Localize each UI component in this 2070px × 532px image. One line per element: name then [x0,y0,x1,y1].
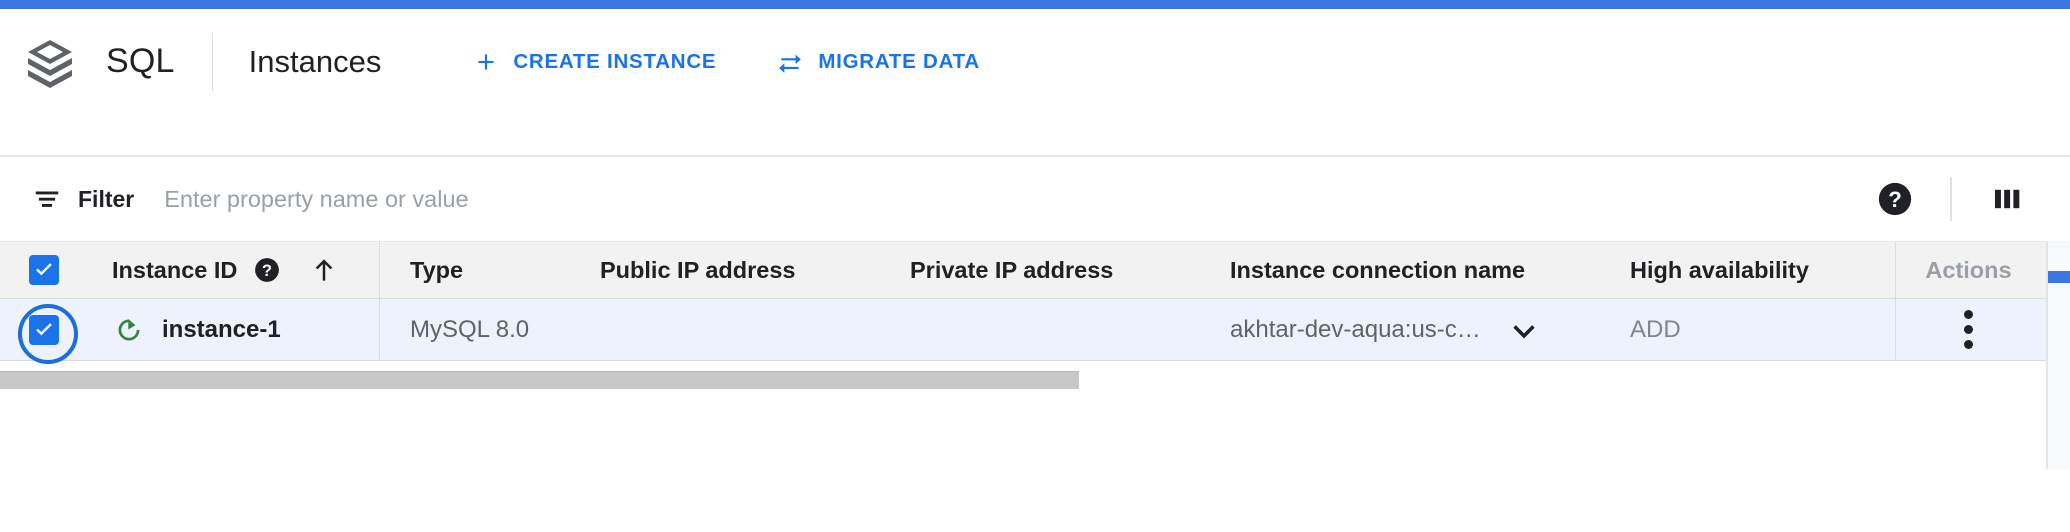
columns-display-button[interactable] [1980,172,2034,226]
column-header-connection-name[interactable]: Instance connection name [1200,242,1600,298]
swap-horizontal-arrows-icon [779,54,802,73]
table-row[interactable]: instance-1 MySQL 8.0 akhtar-dev-aqua:us-… [0,299,2046,364]
column-display-icon [1994,189,2020,209]
column-header-connection-name-label: Instance connection name [1230,256,1526,283]
sql-instances-page: SQL Instances CREATE INSTANCE MIGRATE DA… [0,0,2070,532]
column-header-high-availability-label: High availability [1630,256,1809,283]
cell-connection-name: akhtar-dev-aqua:us-c… [1200,299,1600,360]
cell-private-ip [880,299,1200,360]
filter-lines-icon [35,191,59,207]
cell-actions [1895,299,2041,360]
page-title: Instances [248,43,382,79]
filter-label: Filter [78,185,135,212]
column-header-private-ip-label: Private IP address [910,256,1114,283]
plus-icon [478,53,494,70]
svg-text:?: ? [1888,187,1902,212]
help-button[interactable]: ? [1868,172,1922,226]
migrate-data-label: MIGRATE DATA [818,49,980,73]
column-header-actions-label: Actions [1925,256,2012,283]
instance-id-link[interactable]: instance-1 [162,316,281,344]
arrow-up-icon[interactable] [309,255,339,285]
top-progress-bar [0,0,2070,9]
column-header-type-label: Type [410,256,464,283]
select-all-cell [0,242,80,298]
table-header-row: Instance ID ? Type Public IP address Pri… [0,241,2046,299]
vertical-scrollbar-thumb[interactable] [2048,271,2070,283]
header-divider [211,32,213,91]
filter-bar: Filter ? [0,157,2070,241]
type-value: MySQL 8.0 [410,315,530,343]
cell-public-ip [570,299,880,360]
tools-divider [1950,177,1952,221]
kebab-dot [1964,340,1973,349]
chevron-down-icon[interactable] [1507,313,1541,347]
column-header-type[interactable]: Type [380,242,570,298]
kebab-dot [1964,310,1973,319]
create-instance-button[interactable]: CREATE INSTANCE [473,49,716,75]
column-header-private-ip[interactable]: Private IP address [880,242,1200,298]
row-checkbox[interactable] [29,314,59,345]
row-select-cell [0,299,80,364]
sql-logo [22,34,78,90]
column-header-high-availability[interactable]: High availability [1600,242,1895,298]
help-circle-icon[interactable]: ? [253,256,281,284]
kebab-dot [1964,325,1973,334]
cell-high-availability: ADD [1600,299,1895,360]
svg-text:?: ? [262,262,272,280]
column-header-instance-id[interactable]: Instance ID ? [80,242,380,298]
product-title: SQL [106,42,175,80]
filter-bar-tools: ? [1868,172,2070,226]
running-green-circle-icon [118,318,140,340]
connection-name-value: akhtar-dev-aqua:us-c… [1230,315,1481,343]
help-circle-icon: ? [1878,182,1912,216]
column-header-public-ip-label: Public IP address [600,256,796,283]
sql-stacked-layers-logo-icon [28,39,72,88]
check-icon [36,322,52,335]
page-header: SQL Instances CREATE INSTANCE MIGRATE DA… [0,9,2070,114]
cell-type: MySQL 8.0 [380,299,570,360]
select-all-checkbox[interactable] [29,255,59,285]
column-header-public-ip[interactable]: Public IP address [570,242,880,298]
column-header-instance-id-label: Instance ID [112,256,238,283]
row-checkbox-focus-ring [18,303,78,364]
check-icon [36,263,52,276]
filter-input[interactable] [164,179,1065,219]
horizontal-scrollbar-thumb[interactable] [0,371,1079,389]
high-availability-add-link[interactable]: ADD [1630,316,1681,344]
column-header-actions: Actions [1895,242,2041,298]
instances-table: Instance ID ? Type Public IP address Pri… [0,241,2046,364]
create-instance-label: CREATE INSTANCE [513,49,717,73]
filter-button[interactable]: Filter [32,184,134,214]
migrate-data-button[interactable]: MIGRATE DATA [776,49,980,75]
cell-instance-id: instance-1 [80,299,380,360]
more-vert-kebab-icon[interactable] [1964,310,1973,349]
